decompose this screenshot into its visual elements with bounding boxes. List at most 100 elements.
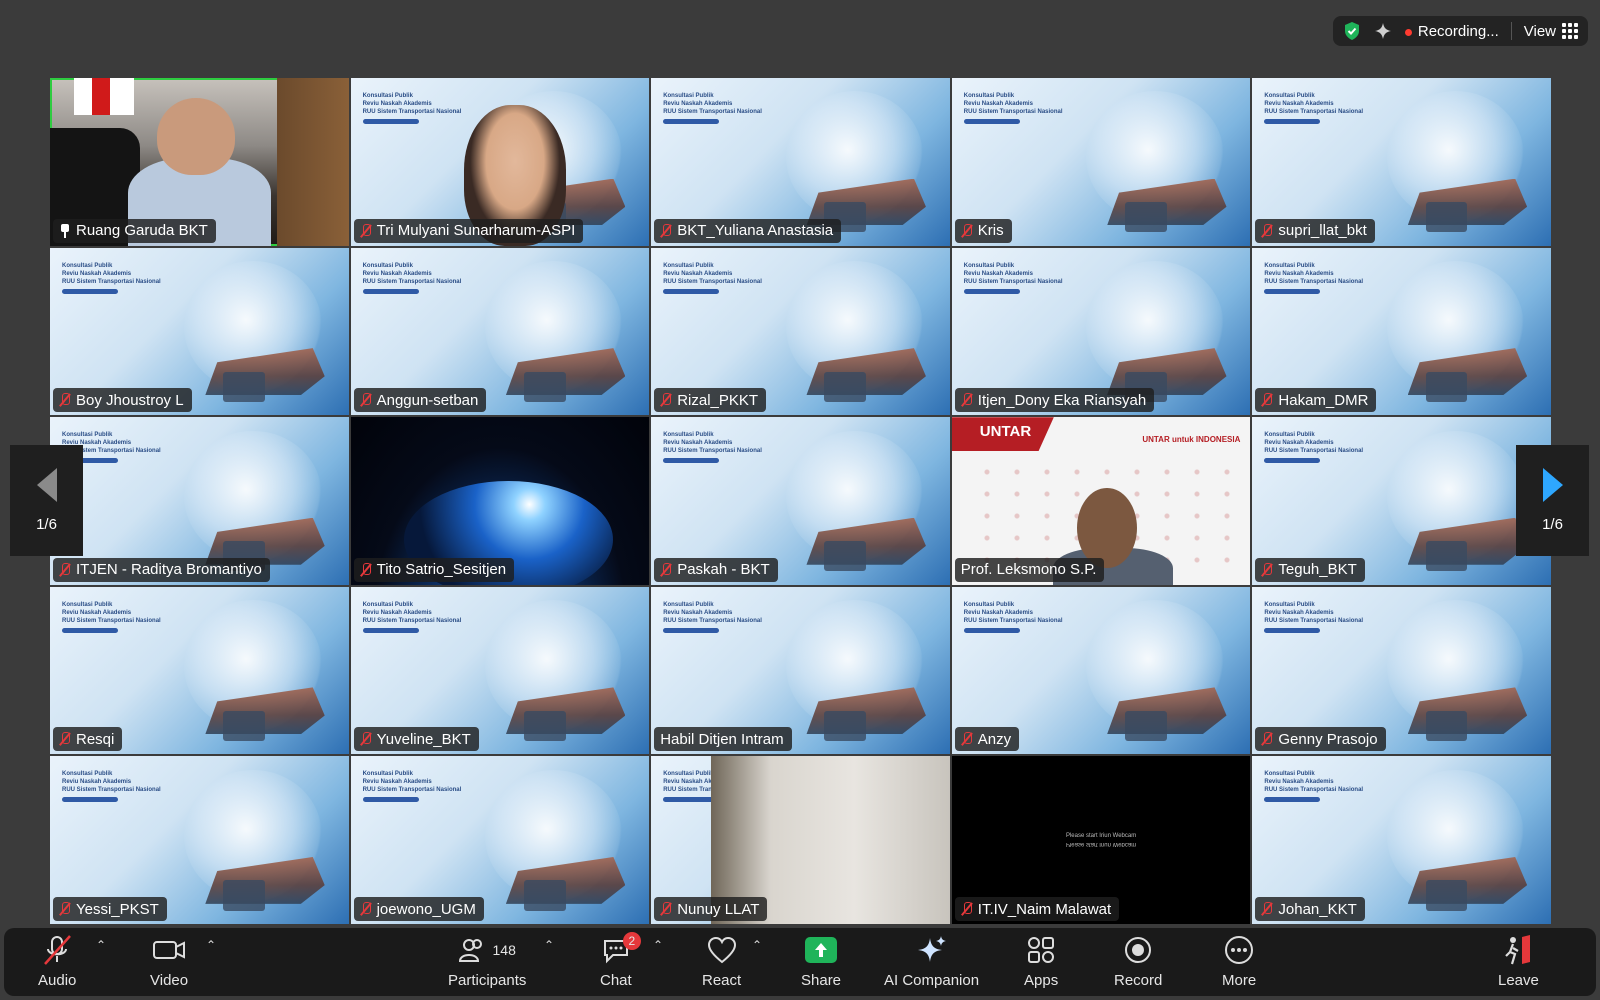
participant-tile[interactable]: Ruang Garuda BKT <box>50 78 349 246</box>
mic-muted-icon <box>660 562 672 577</box>
background-flag <box>73 78 134 115</box>
mic-muted-icon <box>1261 562 1273 577</box>
participant-tile[interactable]: Konsultasi Publik Reviu Naskah Akademis RU… <box>651 586 950 755</box>
ai-sparkle-icon[interactable] <box>1373 21 1393 41</box>
participant-name: Genny Prasojo <box>1278 730 1378 748</box>
video-camera-icon <box>152 934 186 966</box>
video-button[interactable]: Video <box>150 934 188 989</box>
background-slide-title: Konsultasi Publik Reviu Naskah Akademis RU… <box>362 92 461 124</box>
background-truck <box>223 371 265 402</box>
participant-tile[interactable]: UNTAR UNTAR untuk INDONESIA Prof. Leksmono… <box>951 417 1251 585</box>
participant-tile[interactable]: Konsultasi Publik Reviu Naskah Akademis RU… <box>50 756 349 924</box>
participant-name-label: joewono_UGM <box>353 897 484 921</box>
mic-muted-icon <box>1261 223 1273 238</box>
participant-name: Resqi <box>76 730 115 748</box>
background-slide-title: Konsultasi Publik Reviu Naskah Akademis RU… <box>62 601 161 633</box>
chat-button[interactable]: 2 Chat <box>600 932 641 989</box>
untar-slogan: UNTAR untuk INDONESIA <box>1142 435 1241 445</box>
view-button[interactable]: View <box>1524 23 1578 40</box>
share-screen-button[interactable]: Share <box>801 934 841 989</box>
participants-options-caret-icon[interactable]: ⌃ <box>544 938 554 952</box>
participant-name-label: Tito Satrio_Sesitjen <box>353 557 515 582</box>
mic-muted-icon <box>59 902 71 916</box>
background-slide-title: Konsultasi Publik Reviu Naskah Akademis RU… <box>1264 431 1363 464</box>
chat-options-caret-icon[interactable]: ⌃ <box>653 938 663 952</box>
participant-tile[interactable]: Konsultasi Publik Reviu Naskah Akademis RU… <box>1252 756 1551 924</box>
participant-name-label: Yuveline_BKT <box>353 727 479 752</box>
participant-tile[interactable]: Konsultasi Publik Reviu Naskah Akademis RU… <box>1252 417 1551 585</box>
participant-tile[interactable]: Konsultasi Publik Reviu Naskah Akademis RU… <box>1252 586 1551 755</box>
audio-button[interactable]: Audio <box>38 934 76 989</box>
chat-unread-badge: 2 <box>622 932 641 950</box>
mic-muted-icon <box>59 393 71 407</box>
leave-button[interactable]: Leave <box>1498 934 1539 989</box>
participant-tile[interactable]: Konsultasi Publik Reviu Naskah Akademis RU… <box>1252 247 1551 416</box>
participant-tile[interactable]: Konsultasi Publik Reviu Naskah Akademis RU… <box>350 586 650 755</box>
background-truck <box>1124 202 1167 233</box>
participant-name: Hakam_DMR <box>1278 391 1369 409</box>
background-slide-title: Konsultasi Publik Reviu Naskah Akademis RU… <box>362 601 461 633</box>
previous-page-button[interactable]: 1/6 <box>10 445 83 556</box>
untar-logo: UNTAR <box>951 417 1054 452</box>
participant-tile[interactable]: Konsultasi Publik Reviu Naskah Akademis RU… <box>651 247 950 416</box>
participant-name-label: Kris <box>954 218 1012 243</box>
participant-tile[interactable]: Konsultasi Publik Reviu Naskah Akademis RU… <box>50 586 349 755</box>
page-indicator: 1/6 <box>36 516 57 533</box>
participant-name: Teguh_BKT <box>1278 561 1357 579</box>
participant-tile[interactable]: Konsultasi Publik Reviu Naskah Akademis RU… <box>350 756 650 924</box>
apps-button[interactable]: Apps <box>1024 934 1058 989</box>
participant-tile[interactable]: Konsultasi Publik Reviu Naskah Akademis RU… <box>951 586 1251 755</box>
participants-icon: 148 <box>458 934 516 966</box>
record-icon <box>1123 934 1153 966</box>
participant-tile[interactable]: Konsultasi Publik Reviu Naskah Akademis RU… <box>951 247 1251 416</box>
mic-muted-icon <box>660 223 672 238</box>
participant-tile[interactable]: Please start Iriun Webcam Please start Ir… <box>951 756 1251 924</box>
more-label: More <box>1222 972 1257 989</box>
security-shield-icon[interactable] <box>1343 21 1361 41</box>
participant-tile[interactable]: Konsultasi Publik Reviu Naskah Akademis RU… <box>50 247 349 416</box>
background-slide-title: Konsultasi Publik Reviu Naskah Akademis RU… <box>62 770 161 803</box>
top-status-bar: Recording... View <box>1332 16 1588 46</box>
participant-tile[interactable]: Konsultasi Publik Reviu Naskah Akademis RU… <box>651 78 950 246</box>
background-truck <box>1124 710 1167 741</box>
participant-tile[interactable]: Konsultasi Publik Reviu Naskah Akademis RU… <box>350 247 650 416</box>
more-button[interactable]: More <box>1222 934 1256 989</box>
participant-name-label: Johan_KKT <box>1255 897 1365 921</box>
participant-name-label: Resqi <box>53 727 123 752</box>
participant-tile[interactable]: Konsultasi Publik Reviu Naskah Akademis RU… <box>50 417 349 585</box>
participant-name-label: supri_llat_bkt <box>1255 218 1375 243</box>
mic-muted-icon <box>961 732 973 746</box>
participant-name-label: Prof. Leksmono S.P. <box>954 557 1105 582</box>
apps-icon <box>1026 934 1056 966</box>
react-options-caret-icon[interactable]: ⌃ <box>752 938 762 952</box>
participant-tile[interactable]: Konsultasi Publik Reviu Naskah Akademis RU… <box>651 417 950 585</box>
record-button[interactable]: Record <box>1114 934 1162 989</box>
participant-name: Habil Ditjen Intram <box>660 730 784 748</box>
background-slide-title: Konsultasi Publik Reviu Naskah Akademis RU… <box>362 770 461 803</box>
background-truck <box>824 541 867 572</box>
participant-tile[interactable]: Konsultasi Publik Reviu Naskah Akademis RU… <box>951 78 1251 246</box>
participant-tile[interactable]: Konsultasi Publik Reviu Naskah Akademis RU… <box>350 78 650 246</box>
participant-face <box>1077 487 1137 569</box>
audio-options-caret-icon[interactable]: ⌃ <box>96 938 106 952</box>
participant-name: Ruang Garuda BKT <box>76 222 208 240</box>
next-page-button[interactable]: 1/6 <box>1516 445 1589 556</box>
gallery-view: Ruang Garuda BKT Konsultasi Publik Reviu N… <box>50 78 1551 924</box>
video-options-caret-icon[interactable]: ⌃ <box>206 938 216 952</box>
participant-name-label: Anzy <box>954 727 1020 752</box>
participant-name: Yuveline_BKT <box>376 730 471 748</box>
react-button[interactable]: React <box>702 934 741 989</box>
participant-tile[interactable]: Tito Satrio_Sesitjen <box>350 417 650 585</box>
background-truck <box>824 710 867 741</box>
participant-name-label: Tri Mulyani Sunarharum-ASPI <box>353 218 584 243</box>
participants-button[interactable]: 148 Participants <box>448 934 526 989</box>
background-slide-title: Konsultasi Publik Reviu Naskah Akademis RU… <box>663 601 762 633</box>
participant-tile[interactable]: Konsultasi Publik Reviu Naskah Akademis RU… <box>1252 78 1551 246</box>
background-truck <box>1425 202 1468 233</box>
recording-indicator[interactable]: Recording... <box>1404 23 1499 40</box>
participant-name: Tri Mulyani Sunarharum-ASPI <box>376 222 576 240</box>
participant-name-label: Nunuy LLAT <box>654 897 768 921</box>
participant-tile[interactable]: Konsultasi Publik Reviu Naskah Akademis RU… <box>651 756 950 924</box>
ai-companion-button[interactable]: AI Companion <box>884 934 979 989</box>
participant-name-label: Yessi_PKST <box>53 897 167 921</box>
